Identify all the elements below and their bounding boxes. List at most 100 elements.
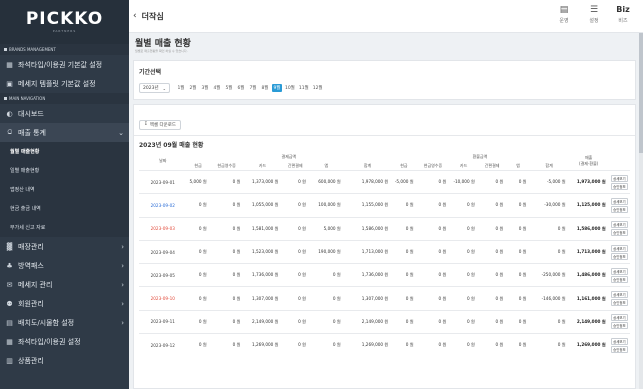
scrollbar[interactable]: [639, 33, 643, 389]
cell-actions: 상세보기 승인정보: [608, 333, 630, 357]
cell-payment: 0 원: [308, 333, 344, 357]
tab-month[interactable]: 9월: [271, 84, 282, 92]
row-actions: 상세보기 승인정보: [609, 197, 630, 213]
tab-month[interactable]: 6월: [236, 84, 246, 92]
cell-refund: 0 원: [477, 309, 507, 334]
sidebar-item-store[interactable]: ▓ 매장관리 ›: [0, 237, 129, 256]
sidebar-item-layout[interactable]: ▤ 배치도/시물함 설정 ›: [0, 313, 129, 332]
cell-payment: 0 원: [281, 193, 309, 218]
sidebar-subitem[interactable]: 부가세 신고 자료: [0, 218, 129, 237]
tab-month[interactable]: 4월: [212, 84, 222, 92]
sidebar-item-users[interactable]: ⚉ 회원관리 ›: [0, 294, 129, 313]
sidebar-item-envelope[interactable]: ✉ 메세지 관리 ›: [0, 275, 129, 294]
cell-payment: 0 원: [281, 309, 309, 334]
sidebar-subitem[interactable]: 현금 출금 내역: [0, 199, 129, 218]
sidebar-item-message[interactable]: ▣ 메세지 템플릿 기본값 설정: [0, 74, 129, 93]
approval-button[interactable]: 승인정보: [610, 299, 628, 307]
table-row: 2023-09-12 0 원0 원 1,269,000 원0 원0 원 1,269,0…: [139, 333, 630, 357]
approval-button[interactable]: 승인정보: [610, 205, 628, 213]
detail-button[interactable]: 상세보기: [610, 221, 628, 229]
detail-button[interactable]: 상세보기: [610, 337, 628, 345]
approval-button[interactable]: 승인정보: [610, 345, 628, 353]
cell-payment: 0 원: [308, 309, 344, 334]
cell-payment: 0 원: [186, 263, 210, 287]
header-payment-col: 현금: [194, 162, 202, 168]
square-icon: [4, 48, 7, 51]
cell-refund: 0 원: [416, 309, 450, 334]
excel-download-button[interactable]: ↧ 엑셀 다운로드: [139, 119, 182, 130]
sidebar-item-pass[interactable]: ♣ 방역패스 ›: [0, 256, 129, 275]
approval-button[interactable]: 승인정보: [610, 182, 628, 190]
tab-month[interactable]: 11월: [298, 84, 310, 92]
cell-payment: 1,307,000 원: [243, 286, 282, 311]
cell-refund: 0 원: [477, 193, 507, 218]
logo[interactable]: PICKKO PARTNERS: [0, 0, 129, 44]
cell-refund: 0 원: [477, 216, 507, 241]
sidebar-item-grid[interactable]: ▦ 좌석타입/이용권 설정: [0, 332, 129, 351]
approval-button[interactable]: 승인정보: [610, 275, 628, 283]
detail-button[interactable]: 상세보기: [610, 291, 628, 299]
tab-month[interactable]: 8월: [260, 84, 270, 92]
approval-button[interactable]: 승인정보: [610, 229, 628, 237]
cell-date: 2023-09-10: [139, 286, 187, 311]
detail-button[interactable]: 상세보기: [610, 244, 628, 252]
sidebar-subitem[interactable]: 앱정산 내역: [0, 180, 129, 199]
cell-refund: 0 원: [506, 193, 530, 218]
cell-refund: 0 원: [449, 193, 478, 218]
detail-button[interactable]: 상세보기: [610, 314, 628, 322]
cell-payment: 0 원: [186, 216, 210, 241]
topbar-operation-button[interactable]: ▤ 운영: [554, 5, 574, 24]
cell-refund: 0 원: [529, 239, 569, 264]
back-icon[interactable]: ‹: [133, 11, 137, 21]
cell-payment: 2,149,000 원: [343, 309, 392, 334]
sidebar-item-chart[interactable]: ⫑ 매출 통계 ⌄: [0, 123, 129, 142]
approval-button[interactable]: 승인정보: [610, 322, 628, 330]
tab-month[interactable]: 7월: [248, 84, 258, 92]
sidebar-item-dashboard[interactable]: ◐ 대시보드: [0, 104, 129, 123]
cell-refund: 0 원: [477, 263, 507, 287]
tab-month[interactable]: 12월: [312, 84, 324, 92]
sidebar-item-product[interactable]: ▥ 상품관리: [0, 351, 129, 370]
header-refund-col: 현금영수증: [423, 162, 443, 168]
chevron-right-icon: ›: [121, 299, 124, 308]
tab-month[interactable]: 1월: [176, 84, 186, 92]
topbar-item-label: 설정: [589, 18, 599, 24]
tab-month[interactable]: 2월: [188, 84, 198, 92]
topbar-settings-button[interactable]: ☰ 설정: [584, 5, 604, 24]
cell-actions: 상세보기 승인정보: [608, 216, 630, 241]
cell-date: 2023-09-04: [139, 239, 187, 264]
detail-button[interactable]: 상세보기: [610, 174, 628, 182]
year-select[interactable]: 2023년 ⌄: [139, 83, 170, 93]
chevron-right-icon: ›: [121, 242, 124, 251]
layout-icon: ▤: [6, 318, 13, 327]
tab-month[interactable]: 5월: [224, 84, 234, 92]
sales-panel: ↧ 엑셀 다운로드 2023년 09월 매출 현황 날짜 결제금액 환불금액 매출…: [133, 104, 636, 389]
sidebar-subitem[interactable]: 월별 매출현황: [0, 142, 129, 161]
detail-button[interactable]: 상세보기: [610, 267, 628, 275]
tab-month[interactable]: 10월: [284, 84, 296, 92]
sidebar-item-grid[interactable]: ▦ 좌석타입/이용권 기본값 설정: [0, 55, 129, 74]
row-actions: 상세보기 승인정보: [609, 221, 630, 237]
sidebar-item-label: 대시보드: [18, 109, 44, 118]
cell-sales: 1,269,000 원: [568, 333, 609, 357]
cell-payment: 1,269,000 원: [343, 333, 392, 357]
cell-payment: 600,000 원: [308, 169, 344, 194]
excel-download-label: 엑셀 다운로드: [149, 122, 177, 128]
sidebar-item-label: 회원관리: [18, 299, 44, 308]
cell-refund: -5,000 원: [391, 169, 417, 194]
cell-refund: 0 원: [506, 309, 530, 334]
tab-month[interactable]: 3월: [200, 84, 210, 92]
header-payment-col: 간편결제: [287, 162, 303, 168]
chevron-right-icon: ›: [121, 261, 124, 270]
pass-icon: ♣: [6, 261, 13, 270]
approval-button[interactable]: 승인정보: [610, 252, 628, 260]
topbar-biz-button[interactable]: Biz 비즈: [613, 5, 633, 24]
sidebar-subitem[interactable]: 일별 매출현황: [0, 161, 129, 180]
scrollbar-thumb[interactable]: [639, 33, 643, 153]
header-sales: 매출 (결제-환불): [569, 153, 609, 171]
cell-payment: 190,000 원: [308, 239, 344, 264]
cell-payment: 1,307,000 원: [343, 286, 392, 311]
cell-sales: 1,161,000 원: [568, 286, 609, 311]
detail-button[interactable]: 상세보기: [610, 197, 628, 205]
sidebar-item-label: 방역패스: [18, 261, 44, 270]
